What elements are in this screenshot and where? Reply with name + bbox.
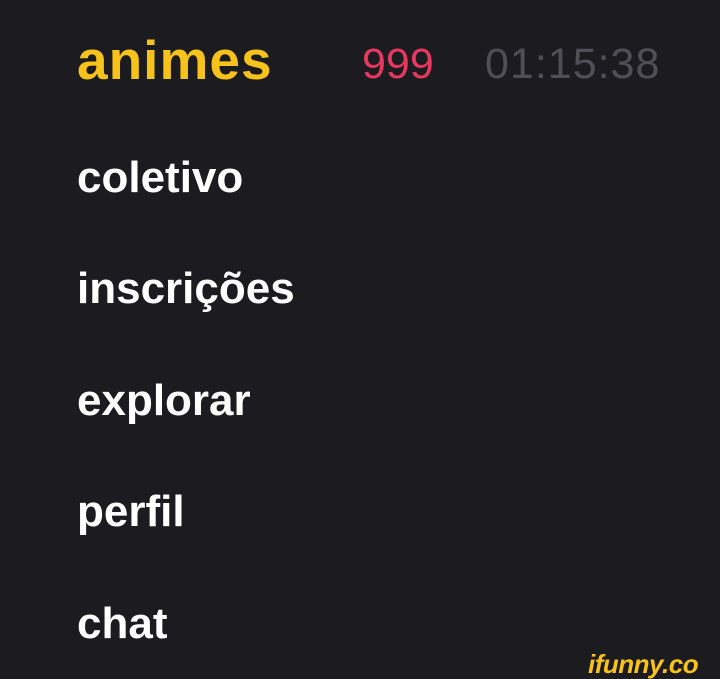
menu-item-perfil[interactable]: perfil (77, 487, 185, 537)
clock: 01:15:38 (485, 40, 661, 88)
menu-item-chat[interactable]: chat (77, 599, 167, 649)
menu-item-inscricoes[interactable]: inscrições (77, 264, 295, 314)
menu-item-coletivo[interactable]: coletivo (77, 153, 243, 203)
watermark-logo: ifunny.co (588, 649, 699, 679)
menu-item-explorar[interactable]: explorar (77, 376, 251, 426)
community-name[interactable]: animes (77, 30, 273, 90)
header-bar: animes 999 01:15:38 (0, 0, 720, 120)
notification-count[interactable]: 999 (362, 39, 434, 89)
